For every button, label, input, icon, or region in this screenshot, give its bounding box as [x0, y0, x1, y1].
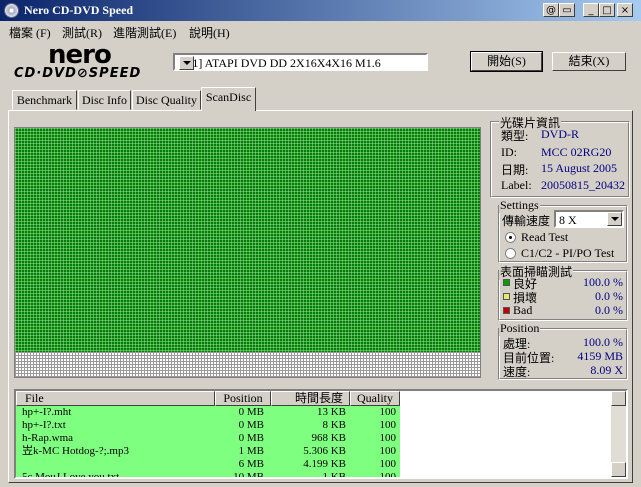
file-position: 0 MB [238, 432, 264, 444]
file-position: 0 MB [238, 419, 264, 431]
disc-id-label: ID: [501, 145, 517, 159]
cd-dvd-speed-logo: CD·DVD⊘SPEED [14, 66, 142, 81]
speed-select[interactable]: 8 X [554, 210, 624, 228]
settings-group: Settings 傳輸速度 8 X Read Test C1/C2 - PI/P… [498, 198, 628, 263]
start-button[interactable]: 開始(S) [470, 51, 543, 72]
file-position: 0 MB [238, 406, 264, 418]
speed-select-value: 8 X [559, 213, 577, 227]
disc-label-label: Label: [501, 178, 532, 192]
scan-surface-grid [14, 127, 481, 378]
scan-surface-unused [15, 352, 480, 377]
menu-advanced-test[interactable]: 進階測試(E) [113, 24, 176, 41]
bad-value: 0.0 % [595, 303, 623, 317]
disc-type-value: DVD-R [541, 127, 579, 141]
good-value: 100.0 % [583, 275, 623, 289]
disc-info-group: 光碟片資訊 類型: DVD-R ID: MCC 02RG20 日期: 15 Au… [490, 114, 630, 198]
file-name: hp+-I?.txt [22, 419, 66, 431]
file-length: 1 KB [322, 471, 346, 479]
file-quality: 100 [379, 471, 397, 479]
file-position: 10 MB [233, 471, 264, 479]
menu-file[interactable]: 檔案 (F) [9, 24, 51, 41]
close-button[interactable]: × [617, 3, 633, 17]
c1c2-test-label: C1/C2 - PI/PO Test [521, 246, 615, 260]
file-name: 岦k-MC Hotdog-?;.mp3 [22, 445, 129, 457]
column-header-file[interactable]: File [16, 391, 215, 406]
drive-select[interactable]: [1:1] ATAPI DVD DD 2X16X4X16 M1.6 [173, 53, 428, 71]
table-row[interactable]: 岦k-MC Hotdog-?;.mp3 1 MB 5.306 KB 100 [16, 445, 400, 458]
current-position-value: 4159 MB [577, 349, 623, 363]
window-title: Nero CD-DVD Speed [24, 3, 134, 17]
chevron-down-icon[interactable] [179, 56, 194, 70]
damaged-value: 0.0 % [595, 289, 623, 303]
chevron-down-icon[interactable] [607, 212, 622, 226]
file-name: 5c MouJ Love.you.txt [22, 471, 120, 479]
disc-date-label: 日期: [501, 163, 529, 177]
vertical-scrollbar[interactable] [611, 391, 626, 477]
scroll-up-button[interactable] [611, 391, 626, 406]
table-row[interactable]: h-Rap.wma 0 MB 968 KB 100 [16, 432, 400, 445]
file-list[interactable]: File Position 時間長度 Quality hp+-I?.mht 0 … [14, 389, 628, 479]
speed-readout-label: 速度: [503, 365, 531, 379]
file-quality: 100 [379, 445, 397, 457]
table-row[interactable]: hp+-I?.txt 0 MB 8 KB 100 [16, 419, 400, 432]
progress-value: 100.0 % [583, 335, 623, 349]
tab-disc-info[interactable]: Disc Info [78, 90, 131, 110]
file-quality: 100 [379, 406, 397, 418]
disc-type-label: 類型: [501, 129, 529, 143]
file-name: hp+-I?.mht [22, 406, 72, 418]
scroll-down-button[interactable] [611, 462, 626, 477]
good-swatch [503, 279, 510, 286]
settings-title: Settings [499, 198, 540, 213]
title-bar: Nero CD-DVD Speed @ ▭ _ □ × [0, 0, 641, 21]
exit-button[interactable]: 結束(X) [552, 52, 626, 71]
column-header-position[interactable]: Position [215, 391, 271, 406]
file-length: 968 KB [311, 432, 346, 444]
file-length: 13 KB [316, 406, 346, 418]
menu-help[interactable]: 說明(H) [189, 24, 230, 41]
file-position: 1 MB [238, 445, 264, 457]
position-group: Position 處理: 100.0 % 目前位置: 4159 MB 速度: 8… [498, 321, 628, 380]
bad-label: Bad [513, 303, 533, 317]
menu-test[interactable]: 測試(R) [62, 24, 102, 41]
column-header-length[interactable]: 時間長度 [271, 391, 350, 406]
tab-scandisc[interactable]: ScanDisc [201, 87, 256, 111]
file-quality: 100 [379, 458, 397, 470]
disc-date-value: 15 August 2005 [541, 161, 618, 175]
read-test-radio[interactable] [505, 232, 516, 243]
table-row[interactable]: hp+-I?.mht 0 MB 13 KB 100 [16, 406, 400, 419]
file-name: h-Rap.wma [22, 432, 74, 444]
disc-label-value: 20050815_20432 [541, 178, 625, 192]
damaged-swatch [503, 293, 510, 300]
bad-swatch [503, 307, 510, 314]
position-title: Position [499, 321, 541, 336]
file-quality: 100 [379, 419, 397, 431]
speed-label: 傳輸速度 [502, 214, 551, 228]
read-test-label: Read Test [521, 230, 569, 244]
file-length: 5.306 KB [303, 445, 346, 457]
file-quality: 100 [379, 432, 397, 444]
help-window-button[interactable]: @ [543, 3, 559, 17]
tab-disc-quality[interactable]: Disc Quality [132, 90, 201, 110]
tab-benchmark[interactable]: Benchmark [12, 90, 77, 110]
drive-select-value: [1:1] ATAPI DVD DD 2X16X4X16 M1.6 [179, 56, 381, 70]
minimize-button[interactable]: _ [583, 3, 599, 17]
table-row[interactable]: 5c MouJ Love.you.txt 10 MB 1 KB 100 [16, 471, 400, 479]
speed-readout-value: 8.09 X [590, 363, 623, 377]
maximize-button[interactable]: □ [599, 3, 615, 17]
disc-id-value: MCC 02RG20 [541, 145, 612, 159]
file-length: 8 KB [322, 419, 346, 431]
surface-scan-group: 表面掃瞄測試 良好 100.0 % 損壞 0.0 % Bad 0.0 % [498, 263, 628, 321]
column-header-quality[interactable]: Quality [350, 391, 400, 406]
restore-small-button[interactable]: ▭ [559, 3, 575, 17]
c1c2-test-radio[interactable] [505, 248, 516, 259]
menu-bar: 檔案 (F) 測試(R) 進階測試(E) 說明(H) [0, 21, 641, 41]
file-length: 4.199 KB [303, 458, 346, 470]
file-position: 6 MB [238, 458, 264, 470]
table-row[interactable]: 6 MB 4.199 KB 100 [16, 458, 400, 471]
app-icon [4, 3, 19, 18]
